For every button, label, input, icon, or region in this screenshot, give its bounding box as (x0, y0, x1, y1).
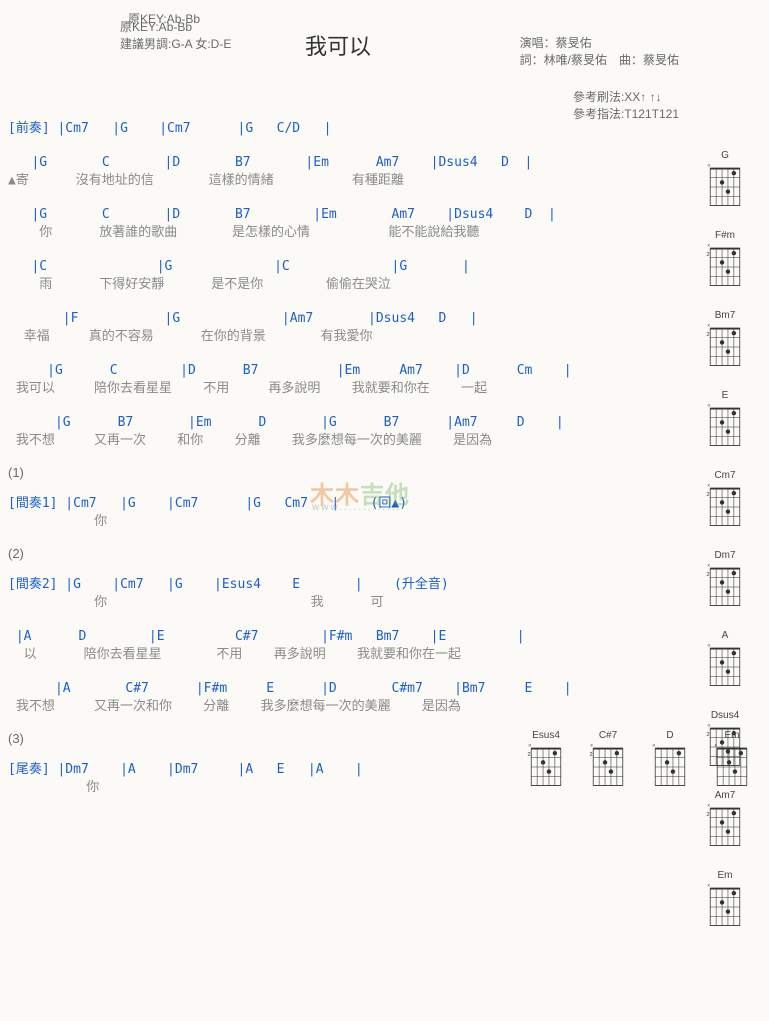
lyric-line: 你 (8, 514, 668, 532)
lyric-line: 幸福 真的不容易 在你的背景 有我愛你 (8, 329, 668, 347)
svg-text:2: 2 (707, 252, 710, 258)
svg-text:o: o (652, 743, 655, 748)
svg-text:x: x (714, 743, 717, 748)
chord-line: |G C |D B7 |Em Am7 |Dsus4 D | (8, 155, 668, 173)
svg-text:2: 2 (707, 332, 710, 338)
svg-text:o: o (528, 743, 531, 748)
svg-text:x: x (707, 243, 710, 248)
svg-text:2: 2 (707, 812, 710, 818)
chord-line: |G C |D B7 |Em Am7 |D Cm | (8, 363, 668, 381)
chord-label: Bm7 (695, 310, 755, 321)
chord-label: F#m (695, 230, 755, 241)
section-number: (1) (8, 465, 668, 480)
svg-text:2: 2 (528, 752, 531, 758)
chord-label: Em (711, 730, 753, 741)
chord-diagram-a: A o (695, 630, 755, 694)
chord-label: D (649, 730, 691, 741)
svg-text:x: x (707, 323, 710, 328)
chord-label: Esus4 (525, 730, 567, 741)
svg-text:x: x (590, 743, 593, 748)
svg-text:2: 2 (707, 492, 710, 498)
chord-label: A (695, 630, 755, 641)
chord-label: C#7 (587, 730, 629, 741)
chord-label: Em (695, 870, 755, 881)
lyric-line: 雨 下得好安靜 是不是你 偷偷在哭泣 (8, 277, 668, 295)
lyric-line: 以 陪你去看星星 不用 再多說明 我就要和你在一起 (8, 647, 668, 665)
chord-line: [前奏] |Cm7 |G |Cm7 |G C/D | (8, 121, 668, 139)
lyric-line: ▲寄 沒有地址的信 這樣的情緒 有種距離 (8, 173, 668, 191)
lyric-line: 你 我 可 (8, 595, 668, 613)
watermark-url: www............. (312, 502, 401, 513)
chord-line: |A C#7 |F#m E |D C#m7 |Bm7 E | (8, 681, 668, 699)
suggest-key: 建議男調:G-A 女:D-E (120, 35, 231, 52)
chord-diagram-csharp7: C#7 2 x (587, 730, 629, 794)
chord-diagram-bm7: Bm7 2 x (695, 310, 755, 374)
chord-diagram-am7: Am7 2 x (695, 790, 755, 854)
svg-text:o: o (707, 723, 710, 728)
chord-line: |C |G |C |G | (8, 259, 668, 277)
chord-diagram-e: E o (695, 390, 755, 454)
chord-line: |F |G |Am7 |Dsus4 D | (8, 311, 668, 329)
svg-text:o: o (707, 643, 710, 648)
svg-text:x: x (707, 883, 710, 888)
ref-strum: 參考刷法:XX↑ ↑↓ (573, 88, 679, 105)
lyric-line: 我不想 又再一次 和你 分離 我多麼想每一次的美麗 是因為 (8, 433, 668, 451)
svg-text:2: 2 (590, 752, 593, 758)
chord-line: |G C |D B7 |Em Am7 |Dsus4 D | (8, 207, 668, 225)
lyric-line: 我可以 陪你去看星星 不用 再多說明 我就要和你在 一起 (8, 381, 668, 399)
svg-text:o: o (707, 163, 710, 168)
chord-diagram-d: D o (649, 730, 691, 794)
chord-line: |A D |E C#7 |F#m Bm7 |E | (8, 629, 668, 647)
chord-diagram-g: G o (695, 150, 755, 214)
chord-diagram-fsharpm: F#m 2 x (695, 230, 755, 294)
chord-diagram-em: Em x (711, 730, 753, 794)
chord-diagram-esus4: Esus4 2 o (525, 730, 567, 794)
chord-diagram-dm7: Dm7 2 x (695, 550, 755, 614)
lyric-line: 你 放著誰的歌曲 是怎樣的心情 能不能說給我聽 (8, 225, 668, 243)
chord-diagram-em: Em x (695, 870, 755, 934)
svg-text:x: x (707, 483, 710, 488)
chord-diagram-cm7: Cm7 2 x (695, 470, 755, 534)
chord-line: |G B7 |Em D |G B7 |Am7 D | (8, 415, 668, 433)
ref-finger: 參考指法:T121T121 (573, 105, 679, 122)
lyric-line: 我不想 又再一次和你 分離 我多麼想每一次的美麗 是因為 (8, 699, 668, 717)
chord-label: G (695, 150, 755, 161)
svg-text:x: x (707, 803, 710, 808)
singer: 演唱：蔡旻佑 (520, 34, 679, 51)
original-key-line: 原KEY:Ab-Bb (120, 18, 231, 35)
section-number: (2) (8, 546, 668, 561)
chord-line: [間奏2] |G |Cm7 |G |Esus4 E | (升全音) (8, 577, 668, 595)
chord-label: Cm7 (695, 470, 755, 481)
svg-text:o: o (707, 403, 710, 408)
svg-text:2: 2 (707, 572, 710, 578)
chord-label: Dsus4 (695, 710, 755, 721)
lyricist-composer: 詞：林唯/蔡旻佑 曲：蔡旻佑 (520, 51, 679, 68)
svg-text:x: x (707, 563, 710, 568)
chord-label: E (695, 390, 755, 401)
chord-label: Dm7 (695, 550, 755, 561)
